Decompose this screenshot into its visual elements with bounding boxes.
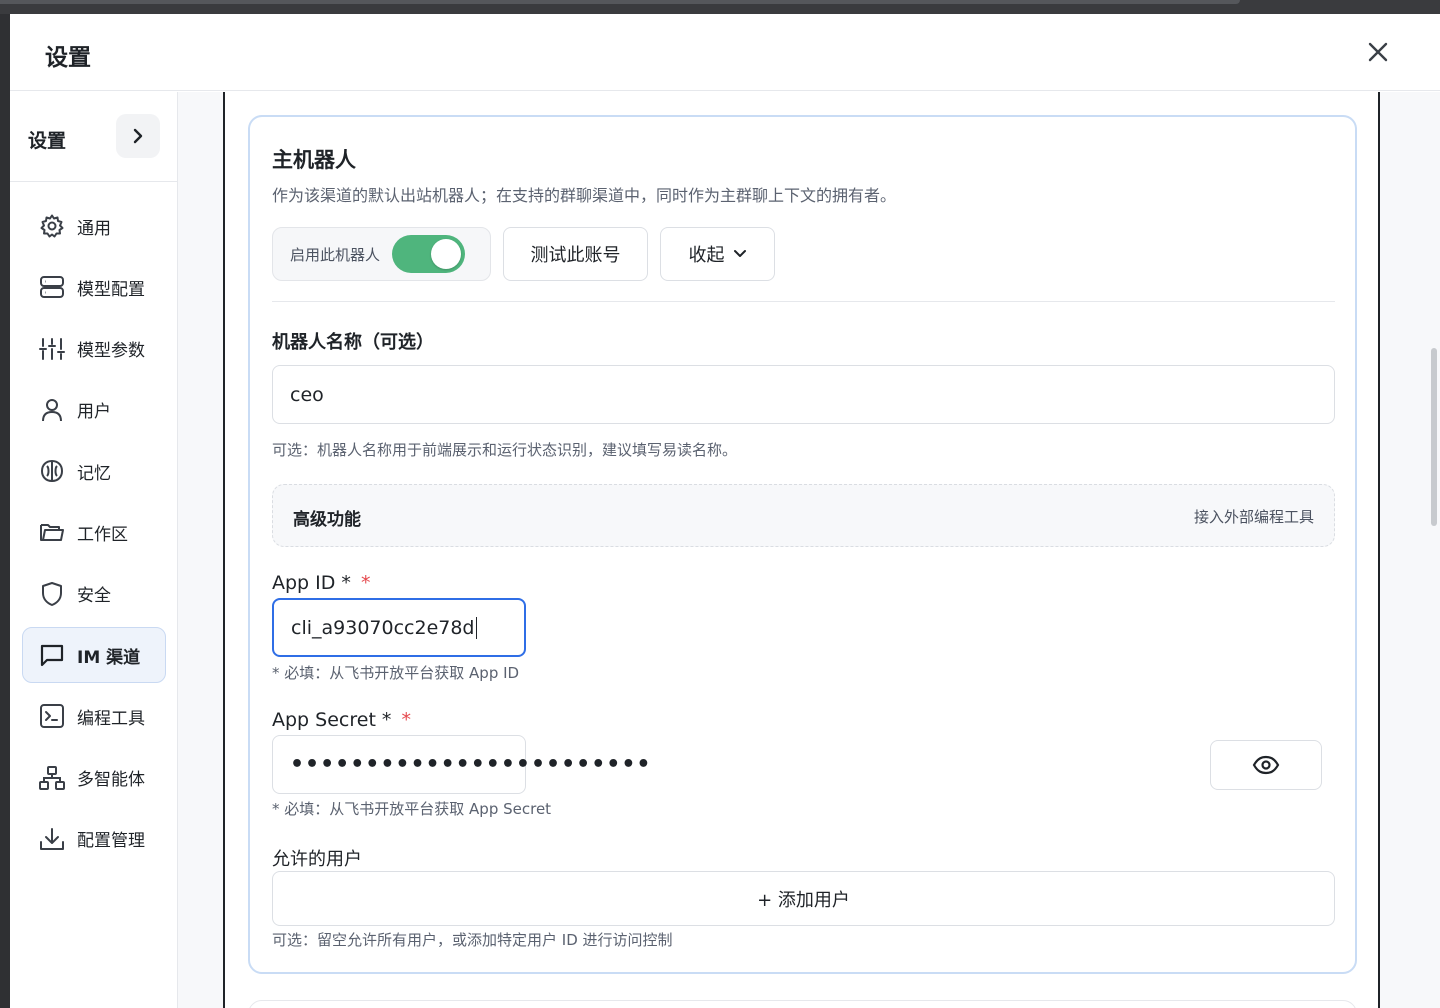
sliders-icon: [38, 335, 66, 363]
terminal-icon: [38, 702, 66, 730]
add-user-button[interactable]: + 添加用户: [272, 871, 1335, 926]
sidebar-item-label: 工作区: [77, 524, 128, 545]
app-id-label-text: App ID *: [272, 572, 351, 594]
message-icon: [38, 641, 66, 669]
sidebar-item-im-channels[interactable]: IM 渠道: [22, 627, 166, 684]
settings-modal: 设置 设置 通用 模型配置 模型参数 用户 记忆 工作区 安全 IM 渠道 编程…: [10, 14, 1440, 1008]
chevron-down-icon: [733, 250, 746, 257]
app-id-value: cli_a93070cc2e78d: [291, 616, 475, 639]
main-bot-card: 主机器人 作为该渠道的默认出站机器人；在支持的群聊渠道中，同时作为主群聊上下文的…: [248, 115, 1357, 974]
server-icon: [38, 273, 66, 301]
sidebar-item-general[interactable]: 通用: [22, 198, 166, 254]
sidebar-item-memory[interactable]: 记忆: [22, 443, 166, 499]
sidebar-item-label: 编程工具: [77, 708, 145, 729]
sidebar-item-model-config[interactable]: 模型配置: [22, 259, 166, 315]
sidebar-nav: 通用 模型配置 模型参数 用户 记忆 工作区 安全 IM 渠道 编程工具 多智能…: [22, 198, 166, 872]
window-top-strip: [0, 0, 1440, 14]
modal-title: 设置: [45, 45, 91, 71]
browser-tab-edge: [0, 0, 1240, 4]
sidebar-title: 设置: [28, 130, 67, 152]
sidebar-item-label: 多智能体: [77, 770, 145, 791]
collapse-button-label: 收起: [688, 245, 725, 266]
download-icon: [38, 825, 66, 853]
allowed-users-hint: 可选：留空允许所有用户，或添加特定用户 ID 进行访问控制: [272, 931, 673, 949]
divider: [272, 301, 1335, 302]
close-button[interactable]: [1362, 36, 1394, 68]
toggle-secret-visibility-button[interactable]: [1210, 740, 1322, 790]
bot-name-value: ceo: [290, 383, 324, 406]
app-id-hint: * 必填：从飞书开放平台获取 App ID: [272, 664, 520, 682]
app-secret-label-text: App Secret *: [272, 709, 392, 731]
app-secret-value: ••••••••••••••••••••••••: [290, 752, 652, 777]
user-icon: [38, 396, 66, 424]
network-icon: [38, 764, 66, 792]
sidebar-item-model-params[interactable]: 模型参数: [22, 321, 166, 377]
card-title: 主机器人: [272, 148, 356, 172]
sidebar-item-label: 配置管理: [77, 831, 145, 852]
app-id-label: App ID * *: [272, 572, 370, 594]
required-mark: *: [401, 709, 411, 731]
folder-icon: [38, 518, 66, 546]
modal-header: 设置: [10, 14, 1440, 91]
app-secret-input[interactable]: ••••••••••••••••••••••••: [272, 735, 650, 794]
brain-icon: [38, 457, 66, 485]
bot-controls: 启用此机器人 测试此账号 收起: [272, 227, 775, 281]
app-id-input[interactable]: cli_a93070cc2e78d: [272, 598, 526, 657]
advanced-features-title: 高级功能: [293, 510, 361, 530]
sidebar-header: 设置: [10, 92, 177, 182]
test-account-button[interactable]: 测试此账号: [503, 227, 648, 281]
advanced-features-box[interactable]: 高级功能 接入外部编程工具: [272, 484, 1335, 547]
sidebar-item-label: 用户: [77, 402, 111, 423]
sidebar-item-config-management[interactable]: 配置管理: [22, 811, 166, 867]
sidebar-item-multi-agent[interactable]: 多智能体: [22, 750, 166, 806]
content-area: 主机器人 作为该渠道的默认出站机器人；在支持的群聊渠道中，同时作为主群聊上下文的…: [178, 92, 1440, 1008]
allowed-users-label: 允许的用户: [272, 849, 362, 870]
content-panel: 主机器人 作为该渠道的默认出站机器人；在支持的群聊渠道中，同时作为主群聊上下文的…: [223, 92, 1380, 1008]
required-mark: *: [360, 572, 371, 594]
gear-icon: [38, 212, 66, 240]
bot-name-hint: 可选：机器人名称用于前端展示和运行状态识别，建议填写易读名称。: [272, 441, 738, 459]
app-secret-hint: * 必填：从飞书开放平台获取 App Secret: [272, 800, 552, 818]
sidebar-item-label: 模型配置: [77, 279, 145, 300]
sidebar-item-workspace[interactable]: 工作区: [22, 504, 166, 560]
chevron-right-icon: [133, 128, 143, 144]
external-coding-tools-link[interactable]: 接入外部编程工具: [1194, 506, 1314, 527]
bot-name-label: 机器人名称（可选）: [272, 332, 434, 353]
bot-name-input[interactable]: ceo: [272, 365, 1335, 424]
sidebar-item-label: 记忆: [77, 463, 111, 484]
enable-bot-control: 启用此机器人: [272, 227, 491, 281]
eye-icon: [1252, 755, 1280, 775]
sidebar-item-coding-tools[interactable]: 编程工具: [22, 688, 166, 744]
close-icon: [1368, 42, 1388, 62]
toggle-knob: [431, 239, 462, 269]
shield-icon: [38, 580, 66, 608]
sidebar-toggle-button[interactable]: [116, 114, 160, 158]
next-card-edge: [248, 1000, 1357, 1008]
sidebar-item-security[interactable]: 安全: [22, 566, 166, 622]
sidebar-item-label: 模型参数: [77, 341, 145, 362]
sidebar: 设置 通用 模型配置 模型参数 用户 记忆 工作区 安全 IM 渠道 编程工具 …: [10, 92, 178, 1008]
enable-bot-toggle[interactable]: [392, 235, 466, 273]
enable-bot-label: 启用此机器人: [290, 245, 381, 264]
sidebar-item-label: 安全: [77, 586, 111, 607]
collapse-button[interactable]: 收起: [660, 227, 775, 281]
sidebar-item-users[interactable]: 用户: [22, 382, 166, 438]
content-scrollbar[interactable]: [1431, 348, 1437, 526]
sidebar-item-label: 通用: [77, 218, 111, 239]
sidebar-item-label: IM 渠道: [77, 647, 141, 668]
app-secret-label: App Secret * *: [272, 709, 411, 731]
text-caret: [475, 616, 477, 639]
card-description: 作为该渠道的默认出站机器人；在支持的群聊渠道中，同时作为主群聊上下文的拥有者。: [272, 186, 897, 205]
